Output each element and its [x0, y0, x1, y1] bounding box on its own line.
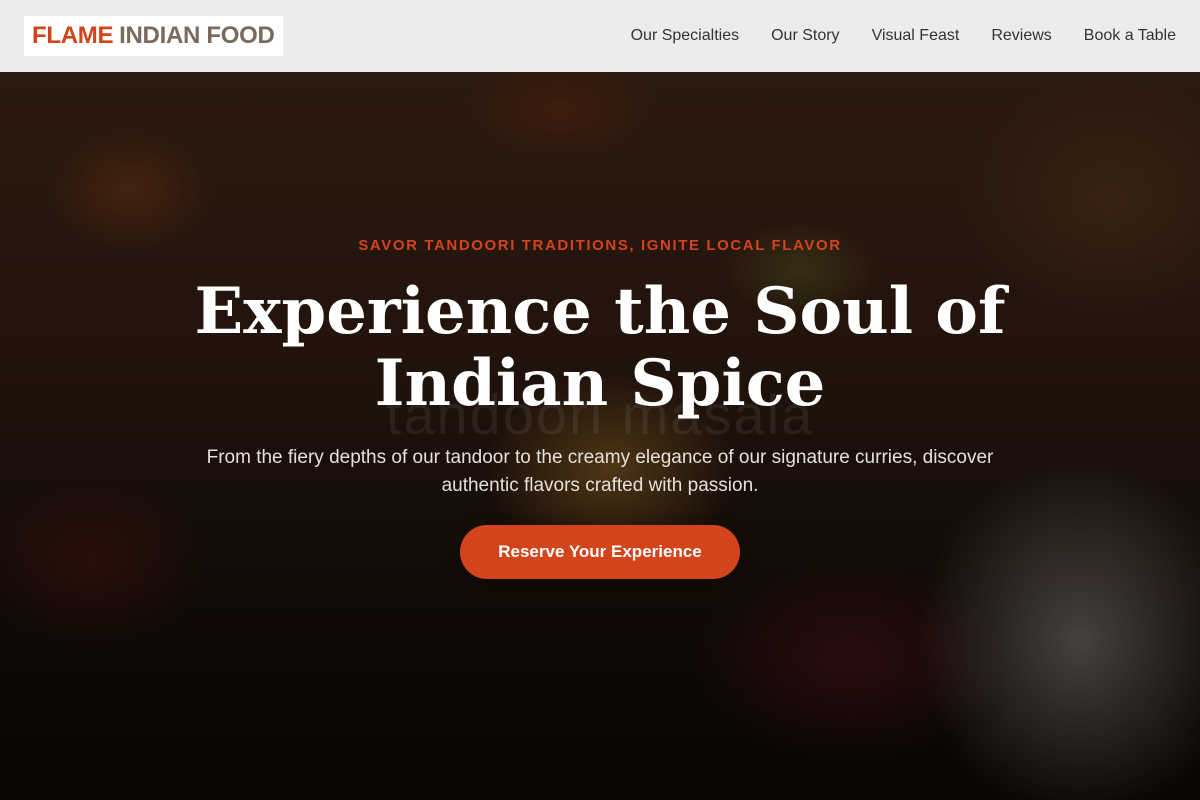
- brand-name-secondary: INDIAN FOOD: [119, 22, 275, 49]
- brand-logo[interactable]: FLAME INDIAN FOOD: [24, 16, 283, 56]
- page: FLAME INDIAN FOOD Our Specialties Our St…: [0, 0, 1200, 800]
- nav-link-our-specialties[interactable]: Our Specialties: [631, 27, 740, 45]
- nav-link-visual-feast[interactable]: Visual Feast: [872, 27, 960, 45]
- nav-link-our-story[interactable]: Our Story: [771, 27, 839, 45]
- hero-subtext: From the fiery depths of our tandoor to …: [206, 447, 994, 496]
- site-header: FLAME INDIAN FOOD Our Specialties Our St…: [0, 0, 1200, 72]
- reserve-experience-button[interactable]: Reserve Your Experience: [460, 525, 740, 579]
- hero-tagline: SAVOR TANDOORI TRADITIONS, IGNITE LOCAL …: [358, 237, 842, 254]
- hero-headline: Experience the Soul of Indian Spice: [194, 274, 1006, 421]
- main-nav: Our Specialties Our Story Visual Feast R…: [631, 0, 1176, 72]
- brand-name-primary: FLAME: [32, 22, 114, 49]
- nav-link-book-a-table[interactable]: Book a Table: [1084, 27, 1176, 45]
- nav-link-reviews[interactable]: Reviews: [991, 27, 1051, 45]
- hero-section: SAVOR TANDOORI TRADITIONS, IGNITE LOCAL …: [0, 0, 1200, 800]
